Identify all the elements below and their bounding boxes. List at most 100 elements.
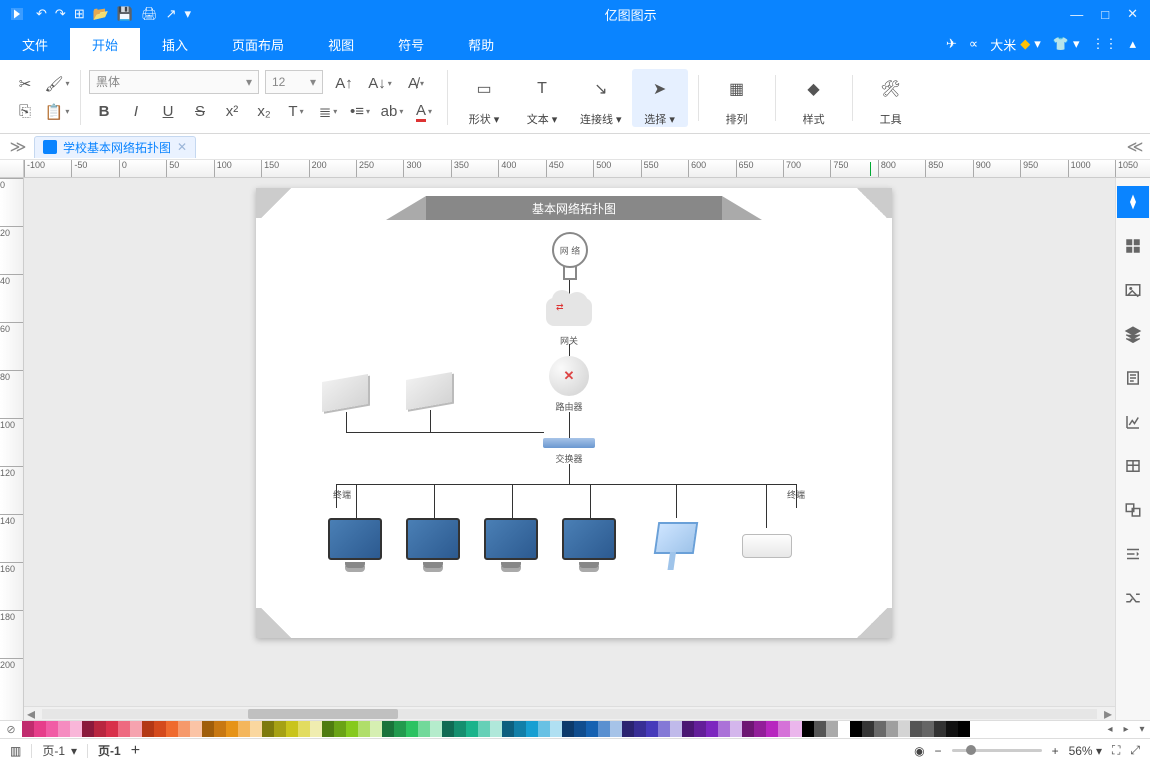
- color-swatch[interactable]: [778, 721, 790, 737]
- color-swatch[interactable]: [238, 721, 250, 737]
- strikethrough-button[interactable]: S: [185, 98, 215, 126]
- decrease-font-button[interactable]: A↓: [365, 70, 395, 98]
- collapse-right-panel-button[interactable]: ≪: [1120, 134, 1150, 160]
- pages-panel-button[interactable]: ▥: [10, 744, 21, 758]
- pc-shape-2[interactable]: [406, 518, 460, 560]
- zoom-in-button[interactable]: +: [1052, 744, 1059, 758]
- color-swatch[interactable]: [826, 721, 838, 737]
- paste-button[interactable]: 📋: [42, 98, 72, 126]
- tab-symbol[interactable]: 符号: [376, 28, 446, 60]
- kiosk-shape[interactable]: [654, 522, 698, 554]
- color-swatch[interactable]: [382, 721, 394, 737]
- tab-help[interactable]: 帮助: [446, 28, 516, 60]
- color-swatch[interactable]: [814, 721, 826, 737]
- fullscreen-button[interactable]: ⤢: [1130, 743, 1140, 758]
- ribbon-tools-button[interactable]: 🛠工具: [863, 69, 919, 127]
- color-swatch[interactable]: [718, 721, 730, 737]
- bullet-list-button[interactable]: •≡: [345, 98, 375, 126]
- color-swatch[interactable]: [190, 721, 202, 737]
- diagram-title[interactable]: 基本网络拓扑图: [426, 196, 722, 220]
- color-swatch[interactable]: [106, 721, 118, 737]
- color-swatch[interactable]: [394, 721, 406, 737]
- color-swatch[interactable]: [574, 721, 586, 737]
- color-swatch[interactable]: [730, 721, 742, 737]
- gateway-shape[interactable]: ⇄: [546, 298, 592, 326]
- line-spacing-button[interactable]: ≣: [313, 98, 343, 126]
- color-swatch[interactable]: [490, 721, 502, 737]
- color-swatch[interactable]: [958, 721, 970, 737]
- color-swatch[interactable]: [454, 721, 466, 737]
- print-button[interactable]: 🖨: [141, 6, 158, 22]
- color-swatch[interactable]: [850, 721, 862, 737]
- color-swatch[interactable]: [286, 721, 298, 737]
- clear-format-button[interactable]: A̸: [401, 70, 431, 98]
- color-swatch[interactable]: [310, 721, 322, 737]
- close-tab-button[interactable]: ✕: [177, 140, 187, 154]
- color-swatch[interactable]: [682, 721, 694, 737]
- dock-outline-button[interactable]: [1117, 362, 1149, 394]
- color-swatch[interactable]: [502, 721, 514, 737]
- collapse-ribbon-button[interactable]: ▴: [1129, 36, 1136, 52]
- color-swatch[interactable]: [358, 721, 370, 737]
- color-swatch[interactable]: [94, 721, 106, 737]
- color-swatch[interactable]: [802, 721, 814, 737]
- app-logo[interactable]: [6, 3, 28, 25]
- bold-button[interactable]: B: [89, 98, 119, 126]
- dock-symbols-button[interactable]: [1117, 494, 1149, 526]
- color-swatch[interactable]: [166, 721, 178, 737]
- dock-grid-button[interactable]: [1117, 230, 1149, 262]
- color-swatch[interactable]: [418, 721, 430, 737]
- pc-shape-4[interactable]: [562, 518, 616, 560]
- color-swatch[interactable]: [142, 721, 154, 737]
- font-size-select[interactable]: 12▾: [265, 70, 323, 94]
- dock-layers-button[interactable]: [1117, 318, 1149, 350]
- pc-shape-3[interactable]: [484, 518, 538, 560]
- ribbon-connector-button[interactable]: ↘连接线 ▾: [572, 69, 630, 127]
- color-swatch[interactable]: [550, 721, 562, 737]
- qat-more-button[interactable]: ▾: [185, 6, 192, 22]
- ribbon-shape-button[interactable]: ▭形状 ▾: [456, 69, 512, 127]
- color-swatch[interactable]: [874, 721, 886, 737]
- color-swatch[interactable]: [766, 721, 778, 737]
- add-page-button[interactable]: +: [131, 742, 140, 760]
- color-swatch[interactable]: [22, 721, 34, 737]
- fit-page-button[interactable]: ⛶: [1112, 743, 1120, 758]
- color-swatch[interactable]: [586, 721, 598, 737]
- server-shape-2[interactable]: [406, 372, 452, 410]
- copy-button[interactable]: ⎘: [10, 98, 40, 126]
- color-swatch[interactable]: [466, 721, 478, 737]
- superscript-button[interactable]: x²: [217, 98, 247, 126]
- color-swatch[interactable]: [226, 721, 238, 737]
- color-swatch[interactable]: [118, 721, 130, 737]
- page-selector[interactable]: 页-1▾: [42, 742, 77, 759]
- ribbon-select-button[interactable]: ➤选择 ▾: [632, 69, 688, 127]
- subscript-button[interactable]: x₂: [249, 98, 279, 126]
- color-swatch[interactable]: [646, 721, 658, 737]
- color-swatch[interactable]: [346, 721, 358, 737]
- dock-theme-button[interactable]: [1117, 186, 1149, 218]
- color-swatch[interactable]: [634, 721, 646, 737]
- ribbon-text-button[interactable]: T文本 ▾: [514, 69, 570, 127]
- color-swatch[interactable]: [430, 721, 442, 737]
- palette-left-button[interactable]: ◂: [1102, 721, 1118, 738]
- text-case-button[interactable]: ab: [377, 98, 407, 126]
- format-painter-button[interactable]: 🖌: [42, 70, 72, 98]
- share-icon[interactable]: ∝: [969, 36, 978, 52]
- horizontal-scrollbar[interactable]: ◂ ▸: [24, 706, 1115, 720]
- underline-button[interactable]: U: [153, 98, 183, 126]
- color-swatch[interactable]: [334, 721, 346, 737]
- dock-table-button[interactable]: [1117, 450, 1149, 482]
- color-swatch[interactable]: [754, 721, 766, 737]
- color-swatch[interactable]: [262, 721, 274, 737]
- presentation-button[interactable]: ◉: [914, 744, 924, 758]
- dock-shuffle-button[interactable]: [1117, 582, 1149, 614]
- ribbon-style-button[interactable]: ◆样式: [786, 69, 842, 127]
- color-swatch[interactable]: [406, 721, 418, 737]
- tab-view[interactable]: 视图: [306, 28, 376, 60]
- undo-button[interactable]: ↶: [36, 6, 47, 22]
- color-swatch[interactable]: [214, 721, 226, 737]
- color-swatch[interactable]: [178, 721, 190, 737]
- export-button[interactable]: ↗: [166, 6, 177, 22]
- color-swatch[interactable]: [322, 721, 334, 737]
- color-swatch[interactable]: [82, 721, 94, 737]
